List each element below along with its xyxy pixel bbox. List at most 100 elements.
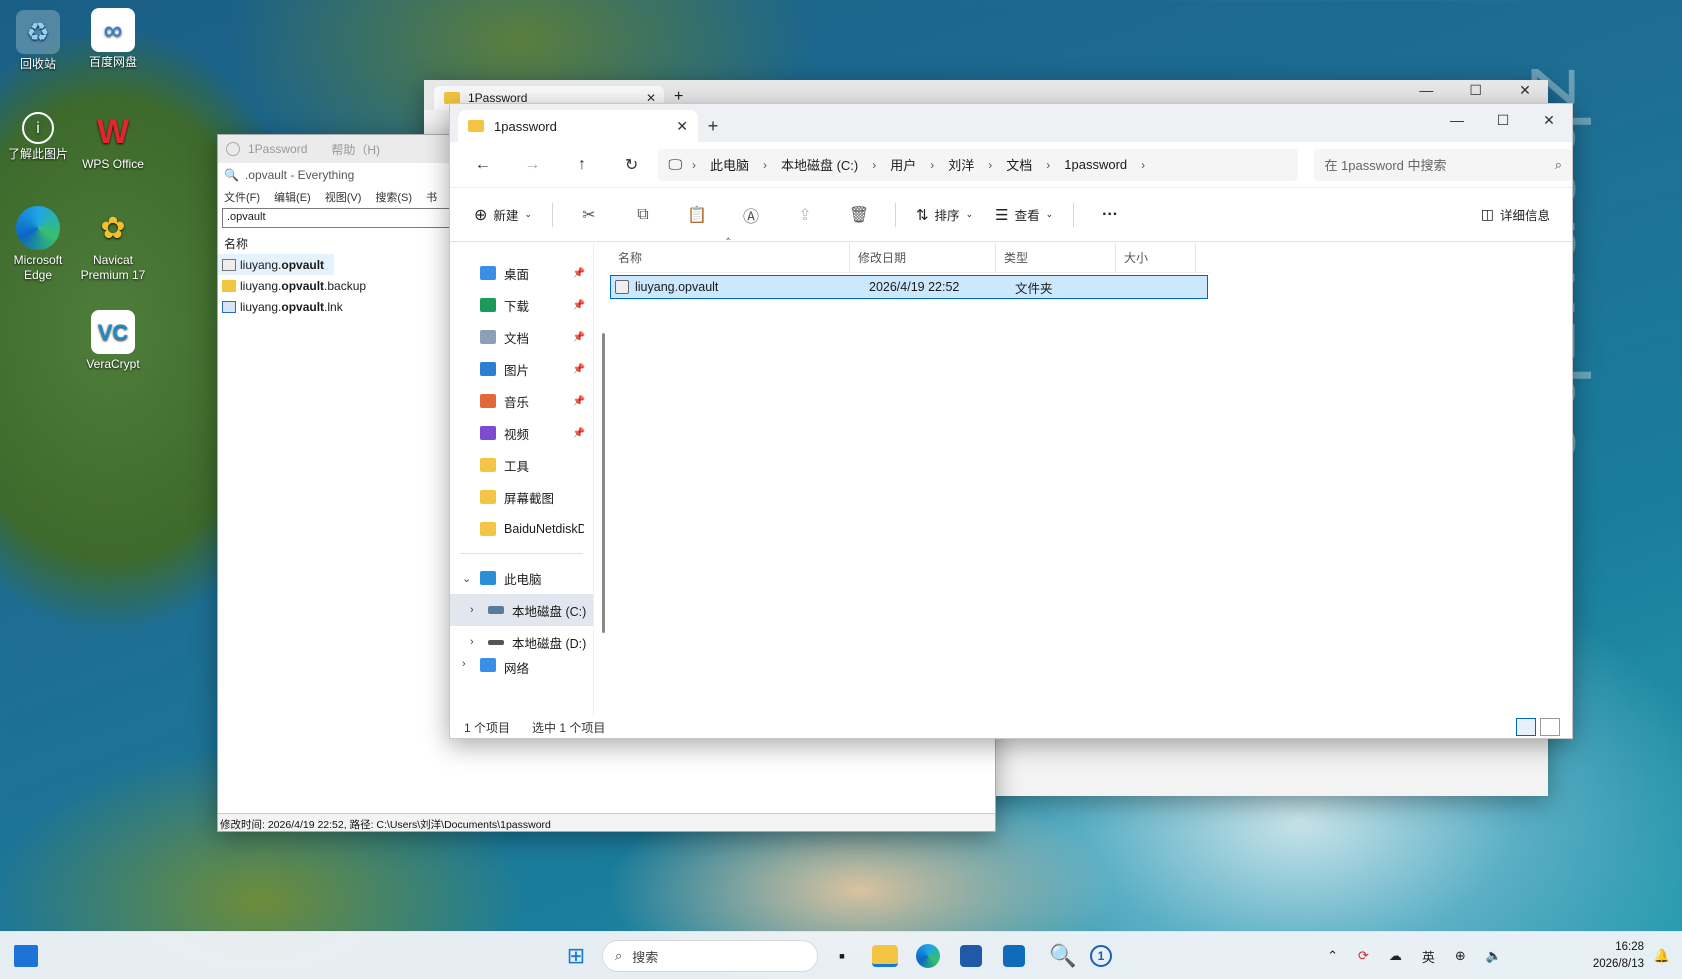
file-explorer-window[interactable]: 1password ✕ + — ☐ ✕ ← → ↑ ↻ 🖵 › 此电脑 › 本地… xyxy=(449,103,1573,739)
start-button[interactable]: ⊞ xyxy=(560,940,592,972)
nav-item-quick-access[interactable]: 音乐 📌 xyxy=(450,385,593,417)
pin-icon[interactable]: 📌 xyxy=(573,332,585,343)
chevron-right-icon[interactable]: › xyxy=(688,158,700,172)
chevron-right-icon[interactable]: › xyxy=(1042,158,1054,172)
paste-icon[interactable]: 📋 xyxy=(673,199,721,231)
copy-icon[interactable]: ⧉ xyxy=(619,199,667,231)
everything-taskbar-icon[interactable]: 🔍 xyxy=(1047,940,1079,972)
onepassword-taskbar-icon[interactable]: 1 xyxy=(1090,945,1112,967)
nav-item-quick-access[interactable]: 桌面 📌 xyxy=(450,257,593,289)
menu-file[interactable]: 文件(F) xyxy=(224,189,260,205)
breadcrumb-user[interactable]: 刘洋 xyxy=(938,155,984,174)
column-name[interactable]: 名称 ⌃ xyxy=(610,237,850,273)
pin-icon[interactable]: 📌 xyxy=(573,268,585,279)
sync-icon[interactable]: ⟳ xyxy=(1358,948,1369,964)
desktop-icon-learn-about-picture[interactable]: i 了解此图片 xyxy=(0,112,76,162)
up-arrow-icon[interactable]: ↑ xyxy=(559,149,605,181)
chevron-right-icon[interactable]: › xyxy=(470,636,474,648)
taskbar-search[interactable]: ⌕ 搜索 xyxy=(602,940,818,972)
desktop-icon-veracrypt[interactable]: VC VeraCrypt xyxy=(75,310,151,372)
desktop-icon-navicat[interactable]: ✿ Navicat Premium 17 xyxy=(75,206,151,283)
nav-item-this-pc[interactable]: ⌄ 此电脑 xyxy=(450,562,593,594)
cloud-offline-icon[interactable]: ☁ xyxy=(1389,948,1402,964)
tiles-view-icon[interactable] xyxy=(1540,718,1560,736)
cut-icon[interactable]: ✂ xyxy=(565,199,613,231)
address-bar[interactable]: 🖵 › 此电脑 › 本地磁盘 (C:) › 用户 › 刘洋 › 文档 › 1pa… xyxy=(658,148,1299,181)
nav-item-quick-access[interactable]: 文档 📌 xyxy=(450,321,593,353)
nav-item-quick-access[interactable]: 下载 📌 xyxy=(450,289,593,321)
clock[interactable]: 16:28 2026/8/13 xyxy=(1593,939,1644,973)
rename-icon[interactable]: Ⓐ xyxy=(727,199,775,231)
nav-item-quick-access[interactable]: 工具 xyxy=(450,449,593,481)
chevron-right-icon[interactable]: › xyxy=(1137,158,1149,172)
desktop-icon-recycle-bin[interactable]: ♻ 回收站 xyxy=(0,10,76,72)
forward-arrow-icon[interactable]: → xyxy=(510,149,556,181)
nav-item-quick-access[interactable]: BaiduNetdiskD xyxy=(450,513,593,545)
pin-icon[interactable]: 📌 xyxy=(573,364,585,375)
chevron-right-icon[interactable]: › xyxy=(868,158,880,172)
column-type[interactable]: 类型 xyxy=(996,242,1116,273)
nav-item-drive-c[interactable]: › 本地磁盘 (C:) xyxy=(450,594,593,626)
task-view-icon[interactable]: ▪ xyxy=(826,940,858,972)
chevron-right-icon[interactable]: › xyxy=(984,158,996,172)
column-modified[interactable]: 修改日期 xyxy=(850,242,996,273)
view-button[interactable]: ☰ 查看 ⌄ xyxy=(987,199,1061,231)
file-list[interactable]: 名称 ⌃ 修改日期 类型 大小 liuyang.opvault 2026/4/1… xyxy=(594,237,1572,716)
breadcrumb-drive-c[interactable]: 本地磁盘 (C:) xyxy=(771,155,868,174)
network-icon[interactable]: ⊕ xyxy=(1455,948,1466,964)
new-tab-button[interactable]: + xyxy=(698,110,728,142)
notification-bell-icon[interactable]: 🔔 xyxy=(1654,932,1670,979)
maximize-button[interactable]: ☐ xyxy=(1453,82,1499,99)
outlook-taskbar-icon[interactable] xyxy=(1003,945,1025,967)
chevron-up-icon[interactable]: ⌃ xyxy=(1327,948,1338,964)
pin-icon[interactable]: 📌 xyxy=(573,300,585,311)
nav-item-quick-access[interactable]: 屏幕截图 xyxy=(450,481,593,513)
back-arrow-icon[interactable]: ← xyxy=(460,149,506,181)
pin-icon[interactable]: 📌 xyxy=(573,396,585,407)
column-size[interactable]: 大小 xyxy=(1116,242,1196,273)
share-icon[interactable]: ⇪ xyxy=(781,199,829,231)
details-pane-button[interactable]: ◫ 详细信息 xyxy=(1473,199,1558,231)
details-view-icon[interactable] xyxy=(1516,718,1536,736)
chevron-right-icon[interactable]: › xyxy=(470,604,474,616)
store-taskbar-icon[interactable] xyxy=(960,945,982,967)
everything-search-input[interactable]: .opvault xyxy=(222,208,452,228)
desktop-icon-wps-office[interactable]: W WPS Office xyxy=(75,110,151,172)
chevron-right-icon[interactable]: › xyxy=(926,158,938,172)
close-tab-icon[interactable]: ✕ xyxy=(676,118,688,135)
result-row[interactable]: liuyang.opvault xyxy=(218,254,334,275)
widgets-icon[interactable] xyxy=(14,945,38,967)
more-options-icon[interactable]: ··· xyxy=(1086,199,1134,231)
breadcrumb-1password[interactable]: 1password xyxy=(1054,157,1137,172)
chevron-right-icon[interactable]: › xyxy=(462,658,466,670)
desktop-icon-baidu-netdisk[interactable]: ∞ 百度网盘 xyxy=(75,8,151,70)
close-button[interactable]: ✕ xyxy=(1526,112,1572,129)
nav-item-quick-access[interactable]: 视频 📌 xyxy=(450,417,593,449)
new-button[interactable]: ⊕ 新建 ⌄ xyxy=(466,199,540,231)
breadcrumb-documents[interactable]: 文档 xyxy=(996,155,1042,174)
maximize-button[interactable]: ☐ xyxy=(1480,112,1526,129)
sort-button[interactable]: ⇅ 排序 ⌄ xyxy=(908,199,981,231)
minimize-button[interactable]: — xyxy=(1434,112,1480,128)
desktop-icon-edge[interactable]: Microsoft Edge xyxy=(0,206,76,283)
volume-icon[interactable]: 🔈 xyxy=(1486,948,1502,964)
file-row[interactable]: liuyang.opvault 2026/4/19 22:52 文件夹 xyxy=(610,275,1208,299)
nav-item-network[interactable]: › 网络 xyxy=(450,658,593,676)
chevron-right-icon[interactable]: › xyxy=(759,158,771,172)
refresh-icon[interactable]: ↻ xyxy=(609,149,655,181)
navigation-pane[interactable]: 桌面 📌 下载 📌 文档 📌 图片 📌 音乐 📌 视频 📌 工具 屏幕截图 BaiduNetdiskD ⌄ … xyxy=(450,243,605,716)
close-button[interactable]: ✕ xyxy=(1502,82,1548,99)
search-input[interactable]: 在 1password 中搜索 ⌕ xyxy=(1314,148,1572,181)
menu-search[interactable]: 搜索(S) xyxy=(375,189,412,205)
onepassword-help-menu[interactable]: 帮助（H) xyxy=(331,141,380,158)
menu-bookmarks[interactable]: 书 xyxy=(426,189,437,205)
delete-icon[interactable]: 🗑 xyxy=(835,199,883,231)
file-explorer-taskbar-icon[interactable] xyxy=(872,945,898,967)
breadcrumb-users[interactable]: 用户 xyxy=(880,155,926,174)
nav-item-quick-access[interactable]: 图片 📌 xyxy=(450,353,593,385)
edge-taskbar-icon[interactable] xyxy=(916,944,940,968)
breadcrumb-this-pc[interactable]: 此电脑 xyxy=(700,155,759,174)
pin-icon[interactable]: 📌 xyxy=(573,428,585,439)
ime-indicator[interactable]: 英 xyxy=(1422,947,1435,966)
minimize-button[interactable]: — xyxy=(1403,82,1449,98)
